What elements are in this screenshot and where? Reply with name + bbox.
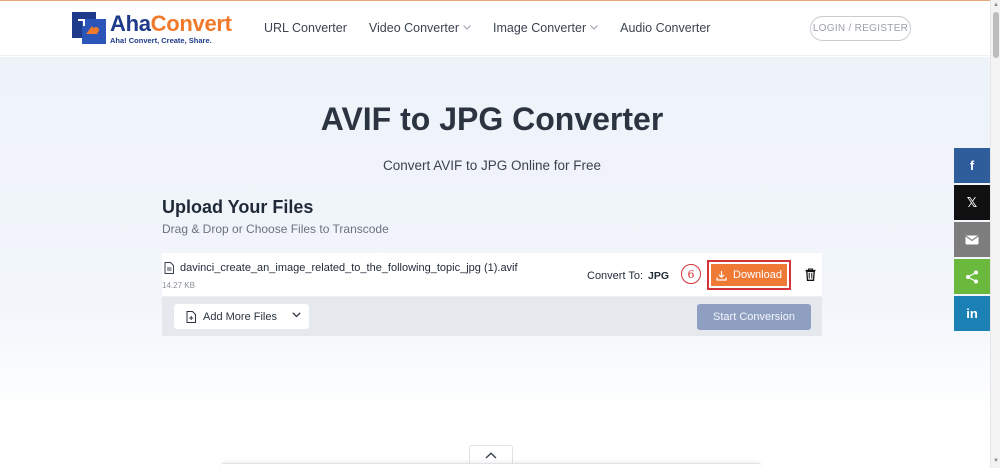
- step-number-marker: 6: [681, 264, 701, 284]
- nav-url-converter[interactable]: URL Converter: [264, 21, 347, 35]
- chevron-up-icon: [485, 452, 497, 459]
- facebook-share-button[interactable]: f: [954, 148, 990, 183]
- file-name: davinci_create_an_image_related_to_the_f…: [180, 262, 518, 274]
- nav-audio-converter[interactable]: Audio Converter: [620, 21, 710, 35]
- share-icon: [966, 270, 978, 283]
- linkedin-share-button[interactable]: in: [954, 296, 990, 331]
- download-button[interactable]: Download: [711, 264, 787, 286]
- convert-to-label: Convert To:: [587, 270, 644, 282]
- scroll-up-arrow-icon[interactable]: ▲: [993, 2, 999, 8]
- nav-label: URL Converter: [264, 21, 347, 35]
- scrollbar-thumb[interactable]: [993, 12, 999, 58]
- file-row: davinci_create_an_image_related_to_the_f…: [162, 253, 822, 297]
- upload-title: Upload Your Files: [162, 197, 314, 217]
- site-logo[interactable]: AhaConvert Aha! Convert, Create, Share.: [72, 12, 232, 46]
- site-header: AhaConvert Aha! Convert, Create, Share. …: [0, 1, 990, 56]
- email-icon: [965, 235, 979, 244]
- file-add-icon: [186, 310, 196, 323]
- facebook-icon: f: [969, 158, 975, 173]
- download-icon: [716, 270, 727, 281]
- convert-format-select[interactable]: JPG: [648, 270, 669, 282]
- add-more-label: Add More Files: [203, 310, 277, 323]
- x-share-button[interactable]: 𝕏: [954, 185, 990, 220]
- file-size: 14.27 KB: [162, 281, 195, 290]
- file-icon: [164, 262, 174, 274]
- email-share-button[interactable]: [954, 222, 990, 257]
- nav-image-converter[interactable]: Image Converter: [493, 21, 599, 35]
- logo-name-part1: Aha: [110, 11, 151, 36]
- trash-icon[interactable]: [805, 268, 816, 281]
- logo-icon: [72, 12, 106, 44]
- page-title: AVIF to JPG Converter: [320, 101, 664, 137]
- social-share-sidebar: f 𝕏 in: [954, 148, 990, 333]
- x-icon: 𝕏: [966, 194, 978, 210]
- scroll-down-arrow-icon[interactable]: ▼: [993, 458, 999, 464]
- logo-name-part2: Convert: [150, 11, 232, 36]
- action-bar: Add More Files Start Conversion: [162, 297, 822, 336]
- nav-label: Image Converter: [493, 21, 587, 35]
- nav-label: Video Converter: [368, 21, 460, 35]
- login-register-button[interactable]: LOGIN / REGISTER: [810, 16, 911, 41]
- nav-video-converter[interactable]: Video Converter: [369, 21, 471, 35]
- download-highlight: Download: [707, 260, 791, 290]
- chevron-down-icon: [590, 22, 599, 32]
- bottom-panel: [222, 463, 760, 468]
- nav-label: Audio Converter: [620, 21, 711, 35]
- upload-subtitle: Drag & Drop or Choose Files to Transcode: [162, 222, 389, 236]
- logo-wordmark: AhaConvert: [110, 12, 232, 36]
- main-nav: URL Converter Video Converter Image Conv…: [264, 21, 732, 35]
- linkedin-icon: in: [966, 306, 978, 321]
- add-more-files-button[interactable]: Add More Files: [174, 304, 309, 329]
- start-conversion-button[interactable]: Start Conversion: [697, 304, 811, 330]
- logo-tagline: Aha! Convert, Create, Share.: [110, 36, 212, 45]
- chevron-down-icon: [292, 312, 301, 318]
- page-scrollbar[interactable]: ▲ ▼: [990, 0, 1000, 468]
- download-label: Download: [733, 269, 782, 281]
- page-subtitle: Convert AVIF to JPG Online for Free: [382, 158, 602, 173]
- panel-toggle-button[interactable]: [469, 445, 513, 465]
- chevron-down-icon: [463, 22, 471, 32]
- share-button[interactable]: [954, 259, 990, 294]
